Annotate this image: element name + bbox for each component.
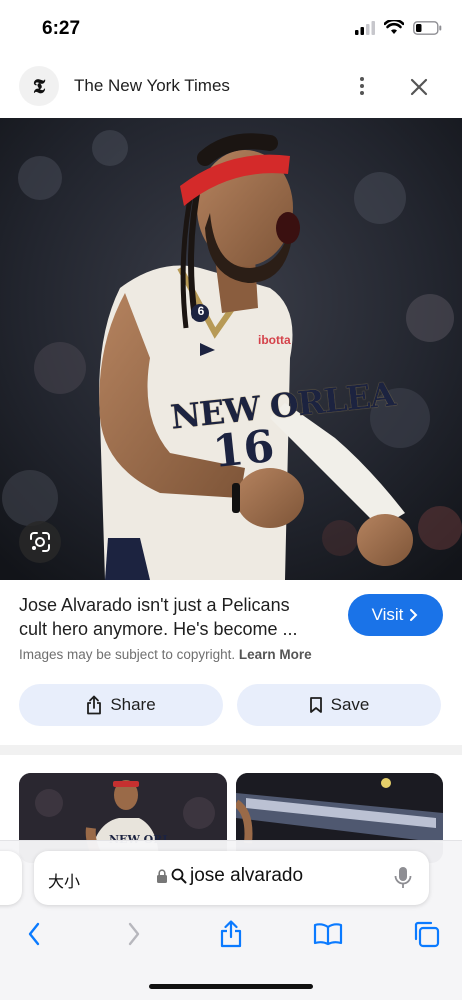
- previous-tab-stub[interactable]: [0, 851, 22, 905]
- status-icons: [355, 20, 442, 35]
- copyright-notice: Images may be subject to copyright. Lear…: [19, 647, 312, 662]
- open-book-icon: [313, 923, 343, 946]
- result-title-line: cult hero anymore. He's become ...: [19, 619, 298, 639]
- result-title[interactable]: Jose Alvarado isn't just a Pelicans cult…: [19, 593, 337, 641]
- share-icon: [220, 920, 242, 948]
- lens-icon: [30, 532, 50, 552]
- chevron-right-icon: [410, 609, 418, 621]
- hero-image[interactable]: NEW ORLEA 16 ibotta 6: [0, 118, 462, 580]
- save-button[interactable]: Save: [237, 684, 441, 726]
- more-dot-icon: [360, 77, 364, 81]
- bookmark-icon: [309, 697, 322, 713]
- nyt-logo-icon: 𝕿: [19, 66, 59, 106]
- bookmarks-button[interactable]: [312, 918, 344, 950]
- basketball-player-photo: [0, 118, 462, 580]
- url-display[interactable]: jose alvarado: [156, 865, 303, 887]
- result-title-line: Jose Alvarado isn't just a Pelicans: [19, 595, 290, 615]
- search-icon: [171, 868, 187, 884]
- back-button[interactable]: [18, 918, 50, 950]
- chevron-left-icon: [28, 922, 40, 946]
- chevron-right-icon: [128, 922, 140, 946]
- tabs-icon: [414, 921, 440, 948]
- jersey-sponsor: ibotta: [258, 333, 291, 347]
- tabs-button[interactable]: [410, 918, 442, 950]
- jersey-patch: 6: [197, 304, 205, 318]
- source-header: 𝕿 The New York Times: [0, 58, 462, 118]
- cellular-signal-icon: [355, 20, 375, 35]
- microphone-icon[interactable]: [392, 865, 414, 891]
- status-bar: 6:27: [0, 0, 462, 58]
- address-bar[interactable]: 大小 jose alvarado: [34, 851, 429, 905]
- save-label: Save: [330, 695, 370, 714]
- home-indicator: [149, 984, 313, 989]
- text-size-button[interactable]: 大小: [48, 868, 80, 892]
- status-time: 6:27: [42, 18, 81, 39]
- site-name[interactable]: The New York Times: [74, 76, 230, 96]
- share-label: Share: [110, 695, 156, 714]
- jersey-number: 16: [210, 420, 277, 479]
- more-dot-icon: [360, 91, 364, 95]
- more-options-button[interactable]: [350, 72, 374, 100]
- share-page-button[interactable]: [215, 918, 247, 950]
- visit-label: Visit: [371, 605, 404, 624]
- forward-button[interactable]: [118, 918, 150, 950]
- close-icon[interactable]: [404, 72, 434, 102]
- google-lens-button[interactable]: [19, 521, 61, 563]
- share-button[interactable]: Share: [19, 684, 223, 726]
- learn-more-link[interactable]: Learn More: [239, 647, 312, 662]
- search-query: jose alvarado: [190, 865, 304, 886]
- copyright-text: Images may be subject to copyright.: [19, 647, 236, 662]
- share-icon: [87, 695, 102, 715]
- wifi-icon: [384, 20, 404, 34]
- more-dot-icon: [360, 84, 364, 88]
- visit-button[interactable]: Visit: [348, 594, 443, 636]
- battery-icon: [413, 20, 442, 35]
- lock-icon: [157, 868, 167, 883]
- section-divider: [0, 745, 462, 755]
